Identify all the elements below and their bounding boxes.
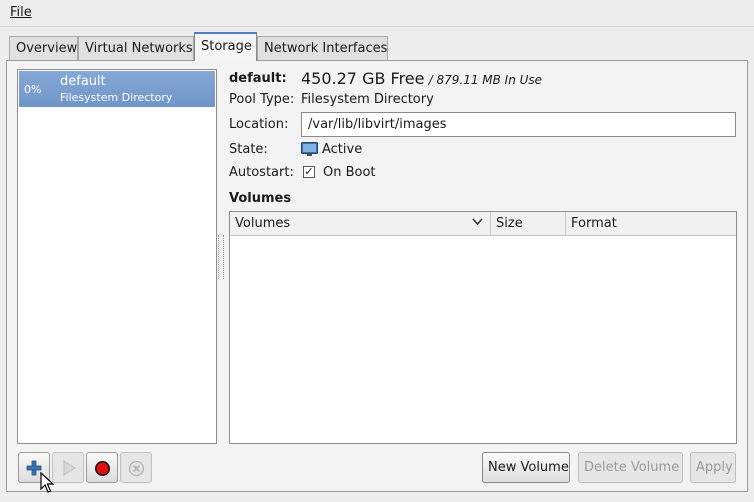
delete-circle-icon [128,460,145,477]
apply-label: Apply [696,460,733,475]
volumes-table[interactable]: Volumes Size Format [229,211,737,444]
autostart-value: On Boot [323,165,376,180]
delete-pool-button[interactable] [120,452,152,483]
apply-button[interactable]: Apply [690,452,736,483]
pool-name-heading: default: [229,71,287,86]
stop-record-icon [94,460,111,477]
column-header-volumes-label: Volumes [235,216,291,231]
pool-usage-percent: 0% [24,83,42,96]
tab-storage[interactable]: Storage [194,32,257,61]
tab-virtual-networks[interactable]: Virtual Networks [78,36,194,60]
pool-in-use: / 879.11 MB In Use [428,73,543,87]
tab-network-interfaces-label: Network Interfaces [264,41,388,56]
tab-overview[interactable]: Overview [9,36,78,60]
pool-list[interactable]: 0% default Filesystem Directory [17,69,217,444]
location-value: /var/lib/libvirt/images [308,117,447,132]
tab-network-interfaces[interactable]: Network Interfaces [257,36,388,60]
column-header-format-label: Format [571,216,617,231]
delete-volume-label: Delete Volume [584,460,680,475]
new-volume-label: New Volume [488,460,569,475]
start-pool-button[interactable] [52,452,84,483]
monitor-icon [301,142,318,157]
volumes-heading: Volumes [229,191,292,206]
location-label: Location: [229,117,289,132]
column-header-format[interactable]: Format [566,212,736,236]
delete-volume-button[interactable]: Delete Volume [578,452,683,483]
mouse-pointer-icon [40,472,54,494]
pool-free: 450.27 GB Free [301,69,425,88]
stop-pool-button[interactable] [86,452,118,483]
state-label: State: [229,142,268,157]
new-volume-button[interactable]: New Volume [482,452,570,483]
pool-type: Filesystem Directory [60,91,173,104]
menu-file[interactable]: File [10,5,32,20]
pool-type-label: Pool Type: [229,92,295,107]
tab-overview-label: Overview [16,41,78,56]
autostart-checkbox[interactable]: ✓ [303,166,315,178]
pool-row-default[interactable]: 0% default Filesystem Directory [19,71,215,107]
pool-type-value: Filesystem Directory [301,92,434,107]
location-field[interactable]: /var/lib/libvirt/images [301,112,736,137]
autostart-label: Autostart: [229,165,294,180]
column-header-size-label: Size [496,216,523,231]
column-header-size[interactable]: Size [491,212,566,236]
menu-file-label: File [10,5,32,20]
play-icon [62,460,76,476]
state-value: Active [322,142,363,157]
pane-resize-handle[interactable] [218,235,224,279]
column-header-volumes[interactable]: Volumes [230,212,491,236]
pool-capacity: 450.27 GB Free / 879.11 MB In Use [301,69,542,88]
pool-name: default [60,74,106,89]
tab-storage-label: Storage [201,39,252,54]
menubar [0,0,754,27]
chevron-down-icon [472,218,483,226]
tab-virtual-networks-label: Virtual Networks [85,41,193,56]
